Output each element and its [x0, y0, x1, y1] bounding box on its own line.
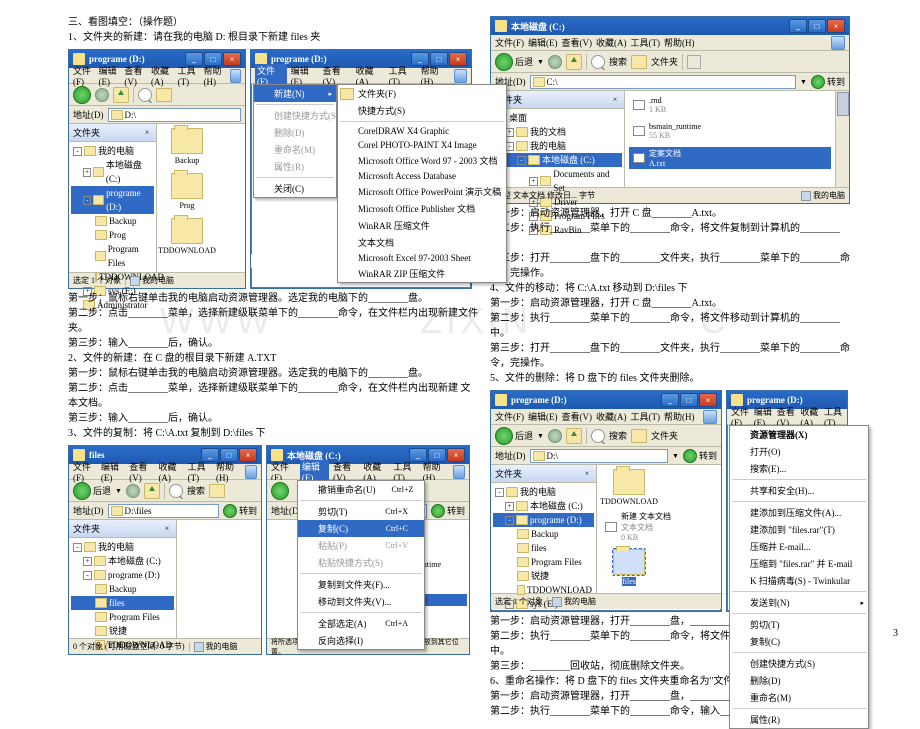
explorer-d-bottom: programe (D:)_□× 文件(F)编辑(E)查看(V)收藏(A)工具(…: [490, 390, 722, 612]
title: programe (D:): [89, 54, 145, 64]
step: 第一步：鼠标右键单击我的电脑启动资源管理器。选定我的电脑下的________盘。: [68, 366, 478, 381]
step: 第一步：启动资源管理器，打开 C 盘________A.txt。: [490, 296, 850, 311]
selected-folder[interactable]: files: [601, 549, 657, 586]
heading: 三、看图填空：（操作题）: [68, 15, 478, 30]
folder-item[interactable]: Backup: [161, 128, 213, 165]
ctx-explorer[interactable]: 资源管理器(X): [730, 426, 868, 443]
context-menu: 资源管理器(X) 打开(O) 搜索(E)... 共享和安全(H)... 建添加到…: [729, 425, 869, 729]
view-icon[interactable]: [687, 55, 701, 69]
step: 3、文件的复制：将 C:\A.txt 复制到 D:\files 下: [68, 426, 478, 441]
menubar: 文件(F)编辑(E)查看(V)收藏(A)工具(T)帮助(H): [69, 68, 245, 84]
step: 第二步：执行________菜单下的________命令，将文件移动到计算机的_…: [490, 311, 850, 341]
step: 4、文件的移动：将 C:\A.txt 移动到 D:\files 下: [490, 281, 850, 296]
tree-node[interactable]: 我的电脑: [98, 144, 134, 158]
edit-dropdown: 撤销重命名(U)Ctrl+Z 剪切(T)Ctrl+X 复制(C)Ctrl+C 粘…: [297, 480, 425, 650]
explorer-d-newmenu: programe (D:)_□× 文件(F)编辑(E)查看(V)收藏(A)工具(…: [250, 49, 472, 289]
addr-input[interactable]: D:\files: [108, 504, 219, 518]
drive-icon: [495, 20, 507, 32]
explorer-d-tree: programe (D:)_□× 文件(F)编辑(E)查看(V)收藏(A)工具(…: [68, 49, 246, 289]
addr-label: 地址(D): [73, 108, 104, 121]
page-number: 3: [893, 628, 898, 639]
back-icon[interactable]: [73, 482, 91, 500]
folder-item[interactable]: Prog: [161, 173, 213, 210]
step: 第三步：打开________盘下的________文件夹，执行________菜…: [490, 251, 850, 281]
close-button[interactable]: ×: [449, 52, 467, 66]
tree-node[interactable]: programe (D:): [106, 186, 152, 214]
file-dropdown: 新建(N)▸ 创建快捷方式(S) 删除(D) 重命名(M) 属性(R) 关闭(C…: [253, 84, 337, 198]
help-icon[interactable]: [230, 69, 241, 83]
addr-input[interactable]: D:\: [108, 108, 242, 122]
step: 第三步：打开________盘下的________文件夹，执行________菜…: [490, 341, 850, 371]
step: 5、文件的删除：将 D 盘下的 files 文件夹删除。: [490, 371, 850, 386]
tree-node[interactable]: Prog: [109, 228, 126, 242]
scrollbar[interactable]: [835, 91, 849, 187]
help-icon[interactable]: [454, 69, 467, 83]
step: 第一步：启动资源管理器，打开 C 盘________A.txt。: [490, 206, 850, 221]
watermark: ZIXIN: [420, 300, 532, 342]
new-submenu: 文件夹(F) 快捷方式(S) CorelDRAW X4 Graphic Core…: [337, 84, 507, 283]
folder-item[interactable]: TDDOWNLOAD: [161, 218, 213, 255]
new-folder[interactable]: 文件夹(F): [338, 85, 506, 102]
menu-new[interactable]: 新建(N)▸: [254, 85, 336, 102]
selected-file[interactable]: 定案文档A.txt: [629, 147, 831, 169]
status: 选定 1 个对象: [73, 275, 121, 286]
watermark: C: [700, 300, 730, 342]
title: 本地磁盘 (C:): [511, 20, 565, 33]
explorer-files: files_□× 文件(F)编辑(E)查看(V)收藏(A)工具(T)帮助(H) …: [68, 445, 262, 655]
menu-close[interactable]: 关闭(C): [254, 180, 336, 197]
go-icon[interactable]: [223, 504, 237, 518]
addr-input[interactable]: C:\: [530, 75, 797, 89]
step: 2、文件的新建：在 C 盘的根目录下新建 A.TXT: [68, 351, 478, 366]
watermark: WWW: [160, 300, 274, 342]
q1: 1、文件夹的新建：请在我的电脑 D: 根目录下新建 files 夹: [68, 30, 478, 45]
explorer-c-top: 本地磁盘 (C:)_□× 文件(F)编辑(E)查看(V)收藏(A)工具(T)帮助…: [490, 16, 850, 204]
toolbar: [69, 84, 245, 106]
explorer-d-ctx: programe (D:) 文件(F)编辑(E)查看(V)收藏(A)工具(T) …: [726, 390, 848, 612]
ctx-delete[interactable]: 删除(D): [730, 672, 868, 689]
back-icon[interactable]: [73, 86, 91, 104]
back-icon[interactable]: [495, 53, 513, 71]
folders-icon[interactable]: [156, 88, 172, 102]
menu-shortcut: 创建快捷方式(S): [254, 107, 336, 124]
up-icon[interactable]: [113, 87, 129, 103]
tree-hdr: 文件夹: [73, 126, 100, 139]
close-icon[interactable]: ×: [142, 128, 152, 138]
fwd-icon[interactable]: [95, 88, 109, 102]
step: 第三步：输入________后，确认。: [68, 411, 478, 426]
tree-node[interactable]: 本地磁盘 (C:): [106, 158, 152, 186]
search-icon[interactable]: [138, 88, 152, 102]
tree-node[interactable]: Backup: [109, 214, 137, 228]
title: files: [89, 450, 105, 460]
menu-copy[interactable]: 复制(C)Ctrl+C: [298, 520, 424, 537]
title: programe (D:): [271, 54, 327, 64]
step: 第二步：点击________菜单，选择新建级联菜单下的________命令，在文…: [68, 381, 478, 411]
explorer-c-editmenu: 本地磁盘 (C:)_□× 文件(F)编辑(E)查看(V)收藏(A)工具(T)帮助…: [266, 445, 470, 655]
tree-node[interactable]: Program Files: [108, 242, 152, 270]
